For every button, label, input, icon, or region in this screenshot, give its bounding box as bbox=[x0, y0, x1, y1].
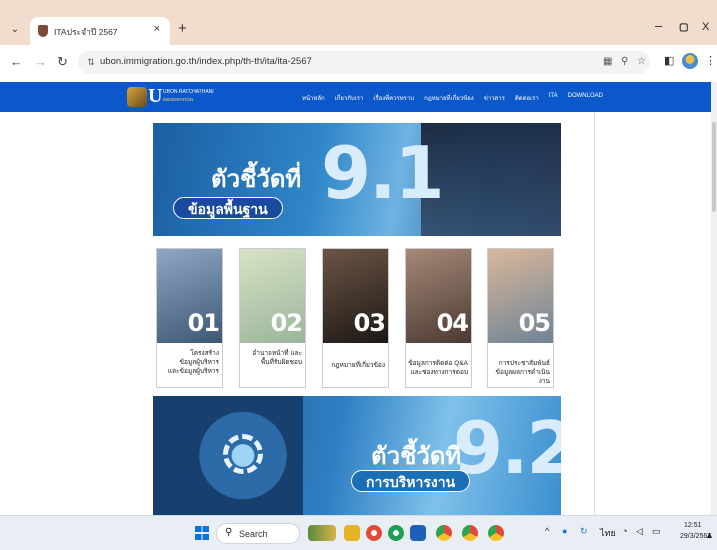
page-content: ตัวชี้วัดที่ 9.1 ข้อมูลพื้นฐาน 01 โครงสร… bbox=[0, 112, 711, 515]
search-icon: ⚲ bbox=[225, 527, 233, 538]
app-icon-2[interactable] bbox=[388, 525, 404, 541]
site-logo-subtitle: IMMIGRATION bbox=[163, 97, 194, 102]
tab-search-button[interactable]: ⌄ bbox=[6, 21, 24, 39]
card-01[interactable]: 01 โครงสร้าง ข้อมูลผู้บริหาร และข้อมูลผู้บ… bbox=[156, 248, 223, 388]
nav-item-news[interactable]: ข่าวสาร bbox=[484, 93, 505, 103]
back-arrow-icon[interactable]: ← bbox=[10, 54, 23, 69]
side-panel-icon[interactable]: ◧ bbox=[664, 54, 674, 67]
tab-title: ITAประจำปี 2567 bbox=[54, 27, 118, 37]
site-logo-letter[interactable]: U bbox=[148, 85, 162, 108]
chrome-icon-2[interactable] bbox=[462, 525, 478, 541]
clock-time[interactable]: 12:51 bbox=[684, 522, 702, 529]
page-scrollbar[interactable] bbox=[711, 82, 717, 515]
nav-item-about[interactable]: เกี่ยวกับเรา bbox=[335, 93, 364, 103]
banner2-gear-graphic bbox=[153, 396, 303, 515]
tray-sync-icon[interactable]: ↻ bbox=[580, 526, 588, 537]
window-close-button[interactable]: X bbox=[702, 21, 709, 33]
site-header: U UBON RATCHATHANI IMMIGRATION หน้าหลัก … bbox=[0, 82, 711, 112]
bookmark-star-icon[interactable]: ☆ bbox=[637, 56, 646, 67]
card-04-caption: ข้อมูลการติดต่อ Q&A และช่องทางการตอบ bbox=[408, 360, 468, 376]
profile-avatar[interactable] bbox=[682, 53, 698, 69]
tab-close-icon[interactable]: × bbox=[154, 23, 160, 35]
banner2-pill: การบริหารงาน bbox=[351, 470, 471, 492]
notification-bell-icon[interactable]: ▲ bbox=[705, 530, 714, 540]
new-tab-button[interactable]: + bbox=[178, 20, 187, 37]
address-bar[interactable]: ⇅ ubon.immigration.go.th/index.php/th-th… bbox=[78, 51, 650, 74]
banner-indicator-9-2[interactable]: ตัวชี้วัดที่ 9.2 การบริหารงาน bbox=[153, 396, 561, 515]
gear-icon bbox=[223, 434, 263, 474]
chrome-icon-3[interactable] bbox=[488, 525, 504, 541]
site-info-icon[interactable]: ⇅ bbox=[85, 56, 97, 68]
browser-tab-active[interactable]: ITAประจำปี 2567 × bbox=[30, 17, 170, 45]
chrome-icon-1[interactable] bbox=[436, 525, 452, 541]
site-logo-title: UBON RATCHATHANI bbox=[163, 89, 214, 95]
nav-item-download[interactable]: DOWNLOAD bbox=[568, 93, 603, 103]
indicator-cards: 01 โครงสร้าง ข้อมูลผู้บริหาร และข้อมูลผู้บ… bbox=[156, 248, 554, 388]
app-icon-1[interactable] bbox=[366, 525, 382, 541]
word-icon[interactable] bbox=[410, 525, 426, 541]
window-minimize-button[interactable]: – bbox=[655, 18, 662, 33]
file-explorer-icon[interactable] bbox=[344, 525, 360, 541]
tray-chevron-icon[interactable]: ^ bbox=[545, 526, 549, 536]
card-05-caption: การประชาสัมพันธ์ ข้อมูลผลการดำเนินงาน bbox=[495, 360, 550, 385]
banner-indicator-9-1[interactable]: ตัวชี้วัดที่ 9.1 ข้อมูลพื้นฐาน bbox=[153, 123, 561, 236]
zoom-icon[interactable]: ⚲ bbox=[621, 56, 628, 67]
nav-item-laws[interactable]: กฎหมายที่เกี่ยวข้อง bbox=[424, 93, 474, 103]
content-divider bbox=[594, 112, 595, 515]
nav-item-home[interactable]: หน้าหลัก bbox=[302, 93, 325, 103]
card-01-caption: โครงสร้าง ข้อมูลผู้บริหาร และข้อมูลผู้บริห… bbox=[167, 350, 219, 375]
scrollbar-thumb[interactable] bbox=[712, 122, 716, 212]
card-04[interactable]: 04 ข้อมูลการติดต่อ Q&A และช่องทางการตอบ bbox=[405, 248, 472, 388]
forward-arrow-icon[interactable]: → bbox=[34, 54, 47, 69]
banner1-heading: ตัวชี้วัดที่ bbox=[211, 166, 302, 193]
taskbar-search[interactable]: ⚲ Search bbox=[216, 523, 300, 544]
main-nav: หน้าหลัก เกี่ยวกับเรา เรื่องที่ควรทราบ ก… bbox=[302, 93, 603, 103]
translate-icon[interactable]: ▦ bbox=[603, 56, 612, 67]
tray-dropbox-icon[interactable]: ● bbox=[562, 526, 567, 536]
url-text[interactable]: ubon.immigration.go.th/index.php/th-th/i… bbox=[100, 56, 312, 67]
battery-icon[interactable]: ▭ bbox=[652, 526, 661, 537]
tray-language[interactable]: ไทย bbox=[600, 526, 616, 540]
banner1-number: 9.1 bbox=[321, 131, 445, 215]
card-03[interactable]: 03 กฎหมายที่เกี่ยวข้อง bbox=[322, 248, 389, 388]
card-04-number: 04 bbox=[436, 309, 469, 337]
nav-item-info[interactable]: เรื่องที่ควรทราบ bbox=[373, 93, 414, 103]
banner1-pill: ข้อมูลพื้นฐาน bbox=[173, 197, 283, 219]
widgets-icon[interactable] bbox=[308, 525, 336, 541]
nav-item-contact[interactable]: ติดต่อเรา bbox=[515, 93, 539, 103]
card-05-number: 05 bbox=[518, 309, 551, 337]
volume-icon[interactable]: ◁ bbox=[636, 526, 643, 537]
site-favicon-icon bbox=[38, 25, 48, 37]
card-05[interactable]: 05 การประชาสัมพันธ์ ข้อมูลผลการดำเนินงาน bbox=[487, 248, 554, 388]
card-02-number: 02 bbox=[270, 309, 303, 337]
browser-menu-icon[interactable]: ⋮ bbox=[705, 54, 716, 67]
card-03-caption: กฎหมายที่เกี่ยวข้อง bbox=[331, 362, 385, 369]
browser-toolbar: ← → ↻ ⇅ ubon.immigration.go.th/index.php… bbox=[0, 45, 717, 80]
card-01-number: 01 bbox=[187, 309, 220, 337]
windows-start-icon[interactable] bbox=[195, 526, 209, 540]
taskbar-search-placeholder: Search bbox=[239, 529, 268, 539]
wifi-icon[interactable]: ◔ bbox=[622, 526, 627, 536]
nav-item-ita[interactable]: ITA bbox=[549, 93, 558, 103]
card-03-number: 03 bbox=[353, 309, 386, 337]
reload-icon[interactable]: ↻ bbox=[57, 54, 68, 70]
windows-taskbar: ⚲ Search ^ ● ↻ ไทย ◔ ◁ ▭ 12:51 29/3/2567… bbox=[0, 515, 717, 550]
card-02-caption: อำนาจหน้าที่ และพื้นที่รับผิดชอบ bbox=[252, 350, 302, 366]
window-maximize-button[interactable]: ▢ bbox=[679, 22, 688, 33]
card-02[interactable]: 02 อำนาจหน้าที่ และพื้นที่รับผิดชอบ bbox=[239, 248, 306, 388]
browser-tab-strip: ⌄ ITAประจำปี 2567 × + – ▢ X bbox=[0, 0, 717, 45]
site-logo-emblem[interactable] bbox=[127, 87, 147, 107]
